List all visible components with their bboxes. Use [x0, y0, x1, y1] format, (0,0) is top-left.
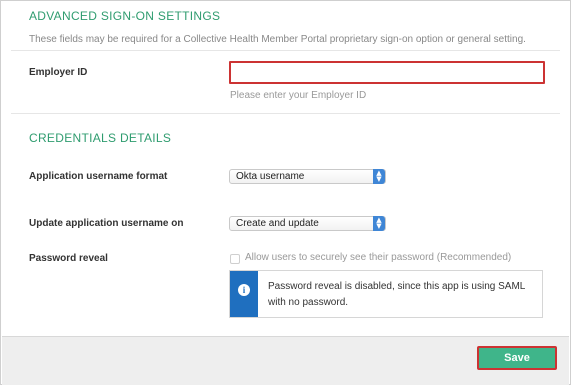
divider — [11, 50, 560, 51]
divider — [11, 113, 560, 114]
password-reveal-checkbox[interactable] — [230, 254, 240, 264]
update-username-label: Update application username on — [29, 218, 184, 229]
password-reveal-info-box: i Password reveal is disabled, since thi… — [229, 270, 543, 318]
username-format-value: Okta username — [236, 171, 305, 182]
select-arrows-icon: ▲ ▼ — [373, 169, 385, 184]
password-reveal-checkbox-label: Allow users to securely see their passwo… — [245, 252, 512, 263]
credentials-details-title: CREDENTIALS DETAILS — [29, 131, 172, 145]
password-reveal-label: Password reveal — [29, 253, 108, 264]
employer-id-hint: Please enter your Employer ID — [230, 90, 367, 101]
update-username-value: Create and update — [236, 218, 319, 229]
advanced-settings-description: These fields may be required for a Colle… — [29, 34, 526, 45]
username-format-select[interactable]: Okta username ▲ ▼ — [229, 169, 386, 184]
update-username-select[interactable]: Create and update ▲ ▼ — [229, 216, 386, 231]
username-format-label: Application username format — [29, 171, 168, 182]
settings-panel: ADVANCED SIGN-ON SETTINGS These fields m… — [0, 0, 571, 385]
select-arrows-icon: ▲ ▼ — [373, 216, 385, 231]
employer-id-input[interactable] — [229, 61, 545, 84]
save-button[interactable]: Save — [477, 346, 557, 370]
info-icon: i — [238, 284, 250, 296]
info-bar: i — [230, 271, 258, 317]
password-reveal-info-message: Password reveal is disabled, since this … — [268, 281, 525, 308]
advanced-settings-title: ADVANCED SIGN-ON SETTINGS — [29, 9, 221, 23]
employer-id-label: Employer ID — [29, 67, 88, 78]
